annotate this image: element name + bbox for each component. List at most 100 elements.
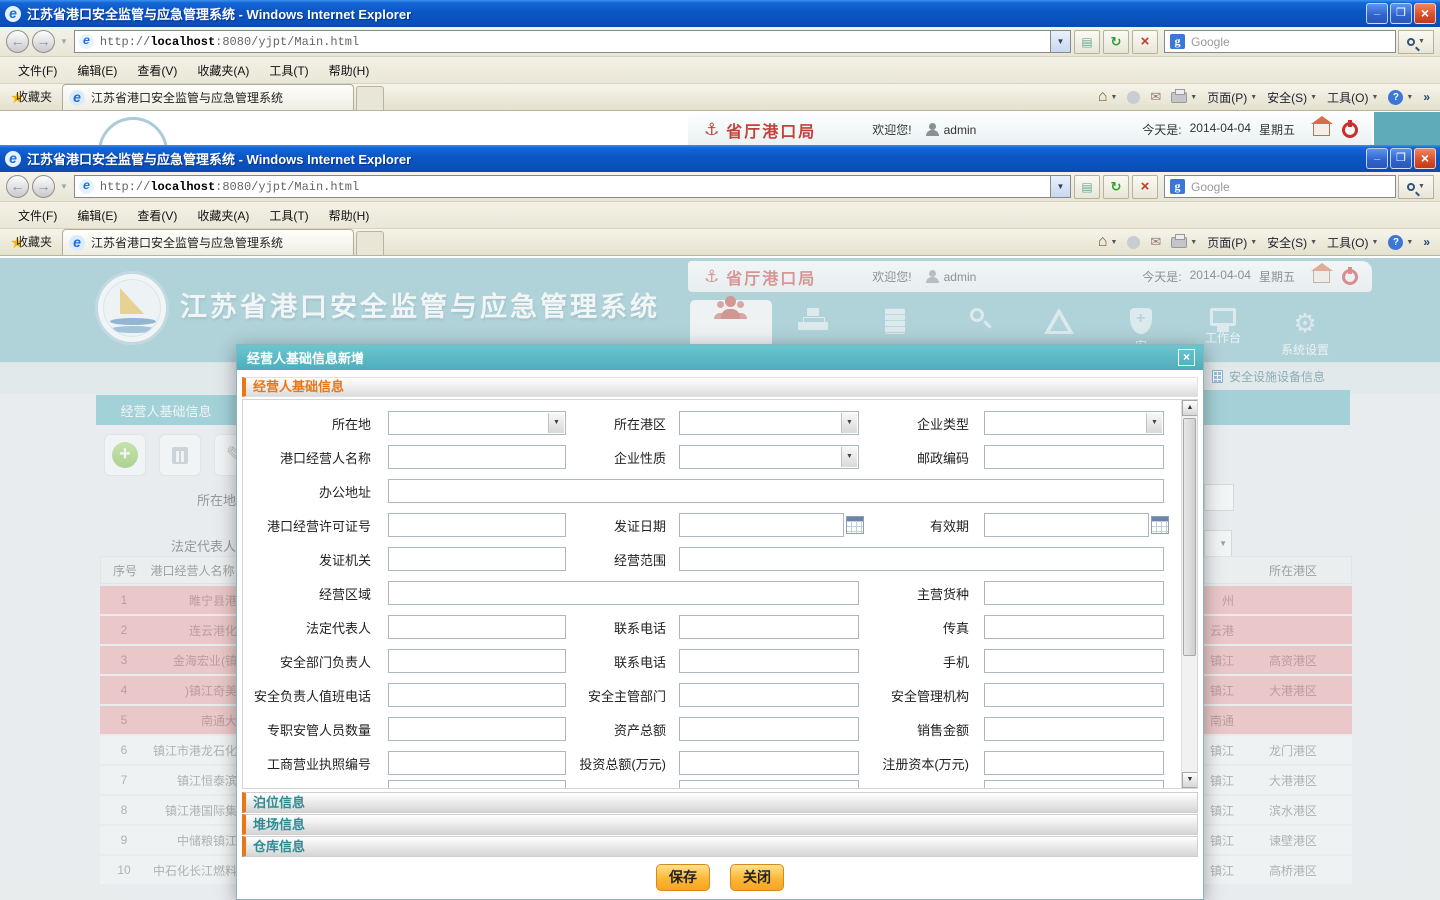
input-邮政编码[interactable] — [984, 445, 1164, 469]
menu-item[interactable]: 工具(T) — [259, 204, 318, 227]
stop-icon[interactable] — [1132, 30, 1158, 54]
menu-item[interactable]: 工具(T) — [259, 59, 318, 82]
restore-button[interactable] — [1390, 3, 1412, 24]
chevron-down-icon[interactable] — [1146, 413, 1162, 433]
select-企业性质[interactable] — [679, 445, 859, 469]
menu-item[interactable]: 帮助(H) — [319, 59, 380, 82]
menu-item[interactable]: 编辑(E) — [67, 59, 127, 82]
dialog-close-icon[interactable] — [1178, 349, 1195, 366]
input-港口经营许可证号[interactable] — [388, 513, 566, 537]
tools-menu[interactable]: 工具(O) — [1327, 89, 1378, 106]
menu-item[interactable]: 帮助(H) — [319, 204, 380, 227]
browser-tab[interactable]: e 江苏省港口安全监管与应急管理系统 — [62, 229, 354, 255]
form-scrollbar[interactable] — [1181, 400, 1197, 788]
input-安全主管部门[interactable] — [679, 683, 859, 707]
scroll-up-icon[interactable] — [1182, 400, 1198, 416]
recent-pages-icon[interactable] — [60, 182, 68, 191]
close-button[interactable]: 关闭 — [730, 864, 784, 891]
feeds-button[interactable] — [1127, 236, 1140, 249]
window-titlebar[interactable]: e 江苏省港口安全监管与应急管理系统 - Windows Internet Ex… — [0, 145, 1440, 172]
select-所在地[interactable] — [388, 411, 566, 435]
stop-icon[interactable] — [1132, 175, 1158, 199]
input-联系电话[interactable] — [679, 649, 859, 673]
input-clipped[interactable] — [679, 780, 859, 788]
chevron-down-icon[interactable] — [841, 413, 857, 433]
search-input[interactable]: Google — [1164, 175, 1396, 198]
input-注册资本(万元)[interactable] — [984, 751, 1164, 775]
input-投资总额(万元)[interactable] — [679, 751, 859, 775]
help-button[interactable] — [1388, 235, 1413, 250]
input-主营货种[interactable] — [984, 581, 1164, 605]
input-传真[interactable] — [984, 615, 1164, 639]
print-button[interactable] — [1171, 237, 1197, 248]
back-button[interactable] — [6, 30, 29, 53]
close-button[interactable] — [1414, 148, 1436, 169]
input-安全管理机构[interactable] — [984, 683, 1164, 707]
section-bar-泊位信息[interactable]: 泊位信息 — [242, 792, 1198, 813]
mail-button[interactable] — [1150, 89, 1161, 105]
url-dropdown-icon[interactable] — [1051, 30, 1071, 53]
input-港口经营人名称[interactable] — [388, 445, 566, 469]
save-button[interactable]: 保存 — [656, 864, 710, 891]
close-button[interactable] — [1414, 3, 1436, 24]
safety-menu[interactable]: 安全(S) — [1267, 234, 1317, 251]
favorites-button[interactable]: 收藏夹 — [0, 84, 62, 110]
input-办公地址[interactable] — [388, 479, 1164, 503]
compatibility-view-icon[interactable] — [1074, 175, 1100, 199]
home-button[interactable] — [1098, 233, 1118, 251]
browser-tab[interactable]: e 江苏省港口安全监管与应急管理系统 — [62, 84, 354, 110]
logout-icon[interactable] — [1342, 122, 1358, 138]
recent-pages-icon[interactable] — [60, 37, 68, 46]
tools-menu[interactable]: 工具(O) — [1327, 234, 1378, 251]
input-工商营业执照编号[interactable] — [388, 751, 566, 775]
new-tab-button[interactable] — [356, 231, 384, 255]
url-input[interactable]: e http://localhost:8080/yjpt/Main.html — [74, 175, 1051, 198]
menu-item[interactable]: 收藏夹(A) — [187, 204, 259, 227]
chevron-down-icon[interactable] — [841, 447, 857, 467]
menu-item[interactable]: 文件(F) — [8, 59, 67, 82]
minimize-button[interactable] — [1366, 3, 1388, 24]
mail-button[interactable] — [1150, 234, 1161, 250]
search-button[interactable] — [1398, 30, 1434, 54]
forward-button[interactable] — [32, 175, 55, 198]
back-button[interactable] — [6, 175, 29, 198]
compatibility-view-icon[interactable] — [1074, 30, 1100, 54]
restore-button[interactable] — [1390, 148, 1412, 169]
help-button[interactable] — [1388, 90, 1413, 105]
menu-item[interactable]: 收藏夹(A) — [187, 59, 259, 82]
forward-button[interactable] — [32, 30, 55, 53]
section-bar-堆场信息[interactable]: 堆场信息 — [242, 814, 1198, 835]
menu-item[interactable]: 查看(V) — [127, 204, 187, 227]
input-经营区域[interactable] — [388, 581, 859, 605]
chevron-down-icon[interactable] — [548, 413, 564, 433]
input-发证机关[interactable] — [388, 547, 566, 571]
feeds-button[interactable] — [1127, 91, 1140, 104]
input-专职安管人员数量[interactable] — [388, 717, 566, 741]
refresh-icon[interactable] — [1103, 175, 1129, 199]
url-input[interactable]: e http://localhost:8080/yjpt/Main.html — [74, 30, 1051, 53]
more-commands-icon[interactable] — [1423, 90, 1430, 104]
search-input[interactable]: Google — [1164, 30, 1396, 53]
scroll-down-icon[interactable] — [1182, 772, 1198, 788]
safety-menu[interactable]: 安全(S) — [1267, 89, 1317, 106]
favorites-button[interactable]: 收藏夹 — [0, 229, 62, 255]
input-手机[interactable] — [984, 649, 1164, 673]
more-commands-icon[interactable] — [1423, 235, 1430, 249]
menu-item[interactable]: 文件(F) — [8, 204, 67, 227]
input-经营范围[interactable] — [679, 547, 1164, 571]
refresh-icon[interactable] — [1103, 30, 1129, 54]
url-dropdown-icon[interactable] — [1051, 175, 1071, 198]
input-安全负责人值班电话[interactable] — [388, 683, 566, 707]
minimize-button[interactable] — [1366, 148, 1388, 169]
select-所在港区[interactable] — [679, 411, 859, 435]
input-clipped[interactable] — [388, 780, 566, 788]
home-icon[interactable] — [1313, 123, 1330, 136]
input-资产总额[interactable] — [679, 717, 859, 741]
input-销售金额[interactable] — [984, 717, 1164, 741]
calendar-icon[interactable] — [1151, 516, 1169, 534]
print-button[interactable] — [1171, 92, 1197, 103]
calendar-icon[interactable] — [846, 516, 864, 534]
scrollbar-thumb[interactable] — [1183, 418, 1196, 656]
search-button[interactable] — [1398, 175, 1434, 199]
page-menu[interactable]: 页面(P) — [1207, 89, 1257, 106]
